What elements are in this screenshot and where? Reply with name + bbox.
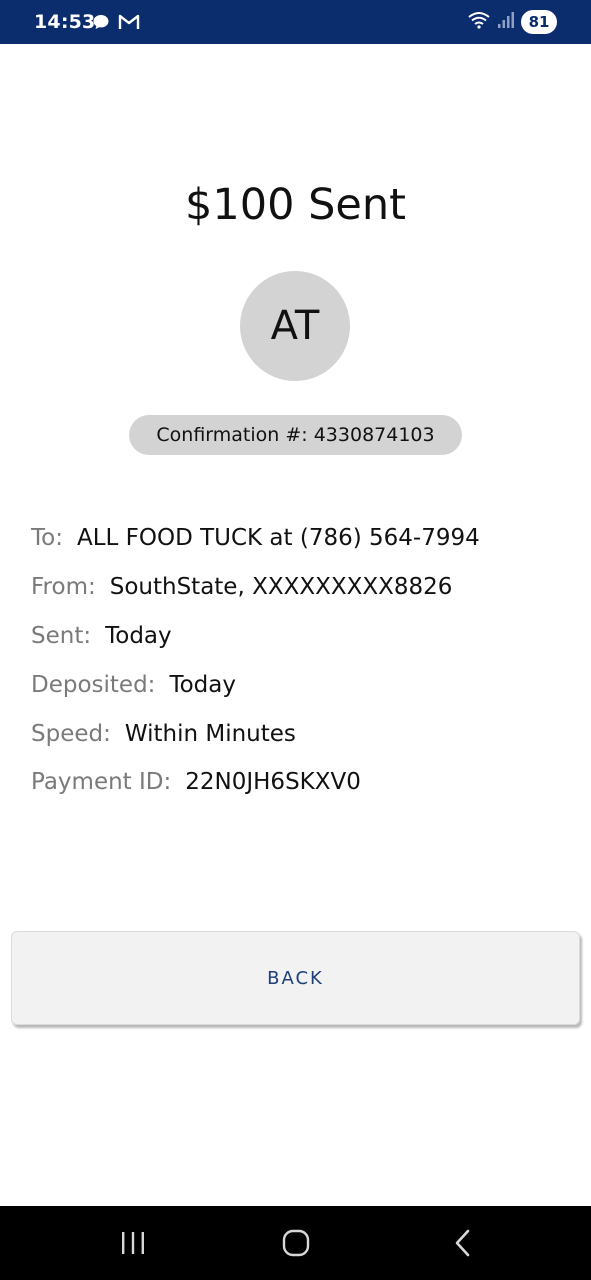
status-left-icons <box>92 13 140 35</box>
detail-label: Deposited: <box>31 671 156 698</box>
signal-icon <box>497 10 515 34</box>
detail-row-sent: Sent: Today <box>31 612 480 661</box>
detail-value: 22N0JH6SKXV0 <box>185 769 361 796</box>
screen: 14:53 81 $100 Sent AT Confirmation #: 43… <box>0 0 591 1280</box>
detail-label: Speed: <box>31 720 111 747</box>
detail-label: Sent: <box>31 622 92 649</box>
page-title: $100 Sent <box>185 180 406 230</box>
payment-details: To: ALL FOOD TUCK at (786) 564-7994 From… <box>31 514 480 807</box>
detail-value: SouthState, XXXXXXXXX8826 <box>109 574 453 601</box>
detail-value: Within Minutes <box>124 720 296 747</box>
avatar: AT <box>240 271 350 381</box>
recents-icon[interactable] <box>116 1226 150 1260</box>
detail-row-deposited: Deposited: Today <box>31 660 480 709</box>
back-nav-icon[interactable] <box>446 1226 480 1260</box>
navigation-bar <box>0 1206 591 1280</box>
detail-label: From: <box>31 574 96 601</box>
status-right-icons: 81 <box>467 10 557 34</box>
detail-value: Today <box>169 671 236 698</box>
detail-value: Today <box>105 622 172 649</box>
home-icon[interactable] <box>279 1226 313 1260</box>
confirmation-badge: Confirmation #: 4330874103 <box>129 415 462 455</box>
detail-row-payment-id: Payment ID: 22N0JH6SKXV0 <box>31 758 480 807</box>
detail-label: To: <box>31 525 63 552</box>
status-time: 14:53 <box>34 11 96 33</box>
back-button[interactable]: BACK <box>11 931 580 1025</box>
detail-value: ALL FOOD TUCK at (786) 564-7994 <box>76 525 480 552</box>
wifi-icon <box>467 10 491 34</box>
detail-row-speed: Speed: Within Minutes <box>31 709 480 758</box>
detail-row-from: From: SouthState, XXXXXXXXX8826 <box>31 563 480 612</box>
detail-row-to: To: ALL FOOD TUCK at (786) 564-7994 <box>31 514 480 563</box>
detail-label: Payment ID: <box>31 769 172 796</box>
gmail-icon <box>118 13 140 35</box>
status-bar: 14:53 81 <box>0 0 591 44</box>
chat-bubble-icon <box>92 13 110 35</box>
battery-icon: 81 <box>521 10 557 34</box>
